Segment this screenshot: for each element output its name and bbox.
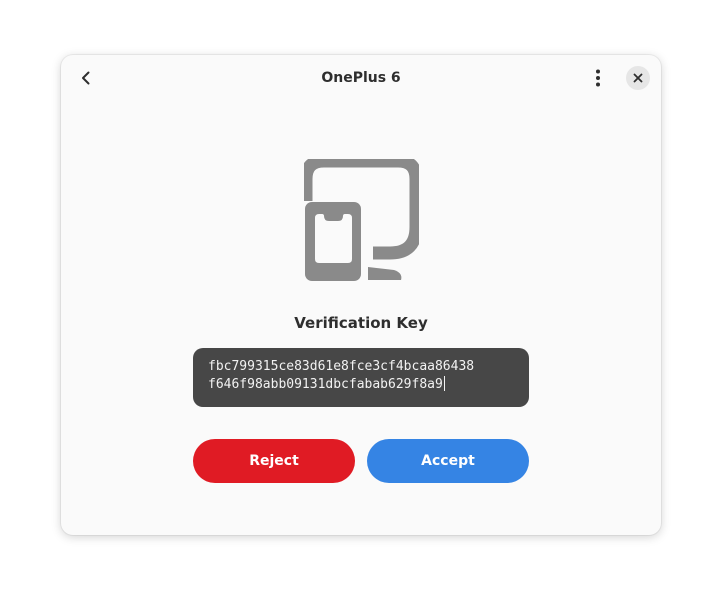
vertical-dots-menu-icon: [596, 69, 600, 87]
verification-key-line-2: f646f98abb09131dbcfabab629f8a9: [208, 377, 443, 392]
verification-key-heading: Verification Key: [294, 314, 428, 332]
phone-and-computer-icon: [304, 159, 419, 281]
menu-button[interactable]: [584, 64, 612, 92]
pairing-dialog-window: OnePlus 6 Verification Key fbc799315ce83…: [61, 55, 661, 535]
reject-button[interactable]: Reject: [193, 439, 355, 483]
back-button[interactable]: [72, 64, 100, 92]
accept-button[interactable]: Accept: [367, 439, 529, 483]
chevron-left-icon: [82, 71, 90, 85]
close-button[interactable]: [626, 66, 650, 90]
header-bar: OnePlus 6: [61, 55, 661, 101]
verification-key-box[interactable]: fbc799315ce83d61e8fce3cf4bcaa86438 f646f…: [193, 348, 529, 407]
text-caret: [443, 376, 445, 391]
close-icon: [633, 73, 643, 83]
verification-key-line-1: fbc799315ce83d61e8fce3cf4bcaa86438: [208, 359, 475, 374]
window-title: OnePlus 6: [321, 70, 401, 86]
